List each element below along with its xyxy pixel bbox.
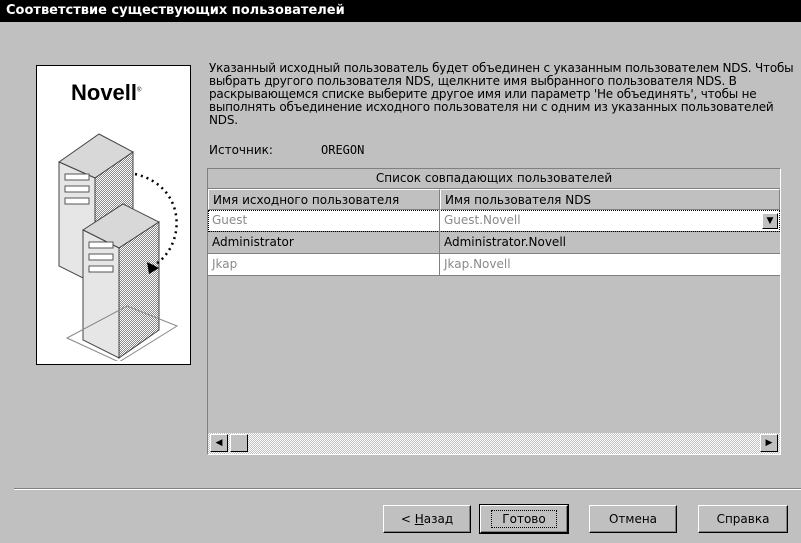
nds-user-cell[interactable]: Jkap.Novell (440, 254, 780, 276)
instructions-text: Указанный исходный пользователь будет об… (209, 61, 794, 127)
servers-illustration-icon (57, 133, 179, 361)
source-user-cell: Jkap (208, 254, 440, 276)
source-value: OREGON (321, 143, 365, 157)
triangle-right-icon[interactable]: ▶ (760, 434, 778, 452)
source-label: Источник: (209, 143, 273, 157)
finish-label: Готово (491, 510, 557, 528)
nds-user-cell[interactable]: Administrator.Novell (440, 232, 780, 254)
trademark-mark: ® (137, 87, 142, 94)
back-button[interactable]: < Назад (383, 505, 471, 533)
column-header-source-user[interactable]: Имя исходного пользователя (208, 189, 440, 210)
nds-user-dropdown[interactable]: Guest.Novell (440, 210, 780, 232)
list-caption: Список совпадающих пользователей (208, 169, 780, 189)
back-label: азад (423, 512, 454, 526)
back-prefix: < (400, 512, 415, 526)
logo-text: Novell (71, 80, 138, 105)
triangle-down-icon[interactable]: ▼ (762, 213, 778, 229)
scroll-thumb[interactable] (230, 434, 248, 452)
finish-button[interactable]: Готово (479, 504, 569, 534)
source-user-cell: Guest (208, 210, 440, 232)
table-row-administrator[interactable]: Administrator Administrator.Novell (208, 232, 780, 254)
help-button[interactable]: Справка (698, 505, 788, 533)
horizontal-scrollbar[interactable]: ◀ ▶ (208, 433, 780, 454)
table-row-jkap[interactable]: Jkap Jkap.Novell (208, 254, 780, 276)
brand-panel: Novell® (36, 65, 191, 365)
cancel-button[interactable]: Отмена (589, 505, 677, 533)
list-rows: Guest Guest.Novell ▼ Administrator Admin… (208, 210, 780, 433)
window-title: Соответствие существующих пользователей (0, 0, 801, 22)
source-user-cell: Administrator (208, 232, 440, 254)
back-accelerator: Н (414, 512, 424, 526)
column-header-nds-user[interactable]: Имя пользователя NDS (440, 189, 780, 210)
matching-users-list[interactable]: Список совпадающих пользователей Имя исх… (207, 168, 781, 455)
novell-logo: Novell® (71, 80, 141, 106)
table-row-guest[interactable]: Guest Guest.Novell ▼ (208, 210, 780, 232)
separator (14, 488, 801, 490)
triangle-left-icon[interactable]: ◀ (210, 434, 228, 452)
